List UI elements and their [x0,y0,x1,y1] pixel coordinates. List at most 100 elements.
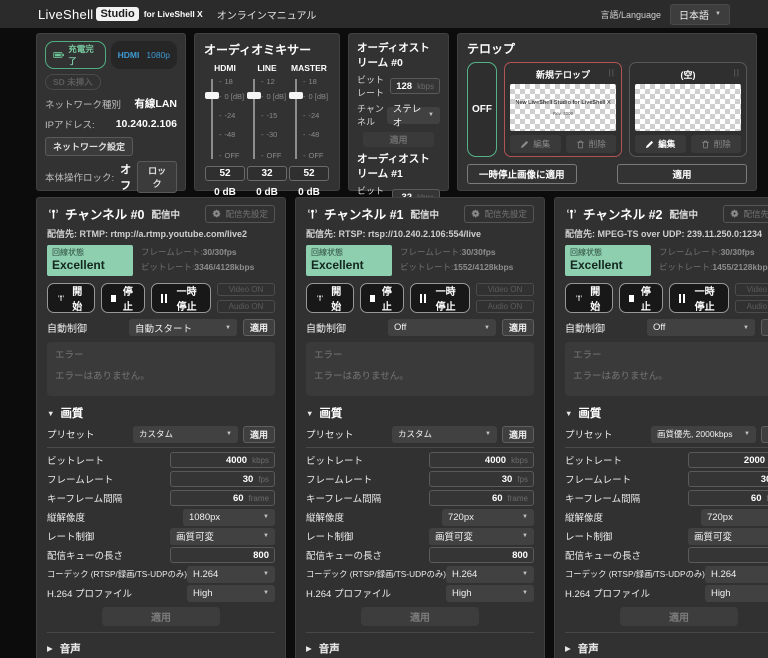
telop-delete-button[interactable]: 削除 [691,135,742,153]
video-on-button[interactable]: Video ON [217,283,275,296]
drag-handle-icon[interactable]: || [734,68,740,77]
destination-settings-button[interactable]: 配信先設定 [464,205,534,223]
bitrate-input[interactable]: 2000 kbps [688,452,768,468]
keyframe-interval-row: キーフレーム間隔 60 frame [565,489,768,507]
h264-profile-select[interactable]: High ▼ [446,585,534,602]
pause-button[interactable]: 一時停止 [669,283,729,313]
online-manual-link[interactable]: オンラインマニュアル [217,7,317,22]
preset-apply-button[interactable]: 適用 [761,426,768,443]
preset-select[interactable]: 画質優先, 2000kbps ▼ [651,426,756,443]
quality-apply-button[interactable]: 適用 [620,607,738,626]
stop-button[interactable]: 停止 [619,283,664,313]
network-settings-button[interactable]: ネットワーク設定 [45,137,133,156]
audio-section-header[interactable]: ▶ 音声 [47,639,275,658]
vertical-resolution-select[interactable]: 1080px ▼ [183,509,275,526]
auto-control-select[interactable]: Off ▼ [647,319,755,336]
telop-off-toggle[interactable]: OFF [467,62,497,157]
keyframe-interval-input[interactable]: 60 frame [429,490,534,506]
preset-apply-button[interactable]: 適用 [243,426,275,443]
preset-apply-button[interactable]: 適用 [502,426,534,443]
codec-row: コーデック (RTSP/録画/TS-UDPのみ) H.264 ▼ [47,565,275,583]
queue-length-input[interactable]: 800 [429,547,534,563]
framerate-input[interactable]: 30 fps [170,471,275,487]
start-button[interactable]: 開始 [47,283,95,313]
quality-section-header[interactable]: ▼ 画質 [565,405,768,421]
stream-apply-button[interactable]: 適用 [363,132,434,147]
drag-handle-icon[interactable]: || [609,68,615,77]
slider-handle[interactable] [247,92,261,99]
pause-button[interactable]: 一時停止 [410,283,470,313]
telop-apply-button[interactable]: 適用 [617,164,747,184]
h264-profile-select[interactable]: High ▼ [705,585,768,602]
codec-select[interactable]: H.264 ▼ [446,566,534,583]
auto-control-select[interactable]: 自動スタート ▼ [129,319,237,336]
bitrate-input[interactable]: 4000 kbps [429,452,534,468]
volume-slider[interactable]: -18 -0 [dB] --24 --48 -OFF [204,77,246,161]
stream-bitrate-input[interactable]: 128 kbps [390,78,440,94]
quality-apply-button[interactable]: 適用 [102,607,220,626]
keyframe-interval-input[interactable]: 60 frame [170,490,275,506]
rate-control-select[interactable]: 画質可変 ▼ [688,528,768,545]
auto-apply-button[interactable]: 適用 [243,319,275,336]
start-button[interactable]: 開始 [306,283,354,313]
mixer-channel-name: HDMI [214,63,236,73]
audio-on-button[interactable]: Audio ON [476,300,534,313]
slider-handle[interactable] [289,92,303,99]
keyframe-interval-input[interactable]: 60 frame [688,490,768,506]
telop-card-new[interactable]: 新規テロップ || New LiveShell Studio for LiveS… [504,62,622,157]
volume-value-input[interactable]: 52 [289,166,329,181]
vertical-resolution-select[interactable]: 720px ▼ [701,509,768,526]
triangle-open-icon: ▼ [306,409,313,418]
vertical-resolution-select[interactable]: 720px ▼ [442,509,534,526]
telop-preview [635,84,741,131]
telop-delete-button[interactable]: 削除 [566,135,617,153]
telop-card-empty[interactable]: (空) || 編集 削除 [629,62,747,157]
codec-select[interactable]: H.264 ▼ [187,566,275,583]
telop-edit-button[interactable]: 編集 [635,135,686,153]
gear-icon [730,209,739,218]
auto-apply-button[interactable]: 適用 [761,319,768,336]
chevron-down-icon: ▼ [522,533,528,539]
destination-settings-button[interactable]: 配信先設定 [205,205,275,223]
stop-button[interactable]: 停止 [360,283,405,313]
telop-edit-button[interactable]: 編集 [510,135,561,153]
auto-control-select[interactable]: Off ▼ [388,319,496,336]
rate-control-select[interactable]: 画質可変 ▼ [429,528,534,545]
auto-apply-button[interactable]: 適用 [502,319,534,336]
lock-value: オフ [120,161,131,193]
lock-button[interactable]: ロック [137,161,177,193]
preset-select[interactable]: カスタム ▼ [133,426,238,443]
audio-on-button[interactable]: Audio ON [735,300,768,313]
audio-on-button[interactable]: Audio ON [217,300,275,313]
quality-apply-button[interactable]: 適用 [361,607,479,626]
video-on-button[interactable]: Video ON [476,283,534,296]
volume-value-input[interactable]: 52 [205,166,245,181]
audio-section-header[interactable]: ▶ 音声 [565,639,768,658]
queue-length-input[interactable]: 800 [688,547,768,563]
apply-to-pause-image-button[interactable]: 一時停止画像に適用 [467,164,577,184]
volume-value-input[interactable]: 32 [247,166,287,181]
destination-settings-button[interactable]: 配信先設定 [723,205,768,223]
audio-section-header[interactable]: ▶ 音声 [306,639,534,658]
h264-profile-select[interactable]: High ▼ [187,585,275,602]
rate-control-select[interactable]: 画質可変 ▼ [170,528,275,545]
codec-select[interactable]: H.264 ▼ [705,566,768,583]
queue-length-input[interactable]: 800 [170,547,275,563]
preset-select[interactable]: カスタム ▼ [392,426,497,443]
stream-title: オーディオストリーム #1 [357,151,440,181]
volume-slider[interactable]: -12 -0 [dB] --15 --30 -OFF [246,77,288,161]
volume-slider[interactable]: -18 -0 [dB] --24 --48 -OFF [288,77,330,161]
framerate-input[interactable]: 30 fps [688,471,768,487]
framerate-input[interactable]: 30 fps [429,471,534,487]
start-button[interactable]: 開始 [565,283,613,313]
video-on-button[interactable]: Video ON [735,283,768,296]
stop-button[interactable]: 停止 [101,283,146,313]
quality-section-header[interactable]: ▼ 画質 [47,405,275,421]
pause-button[interactable]: 一時停止 [151,283,211,313]
stream-channel-select[interactable]: ステレオ ▼ [387,107,440,124]
slider-handle[interactable] [205,92,219,99]
language-select[interactable]: 日本語 ▼ [670,4,730,25]
bitrate-input[interactable]: 4000 kbps [170,452,275,468]
quality-section-header[interactable]: ▼ 画質 [306,405,534,421]
keyframe-interval-row: キーフレーム間隔 60 frame [306,489,534,507]
